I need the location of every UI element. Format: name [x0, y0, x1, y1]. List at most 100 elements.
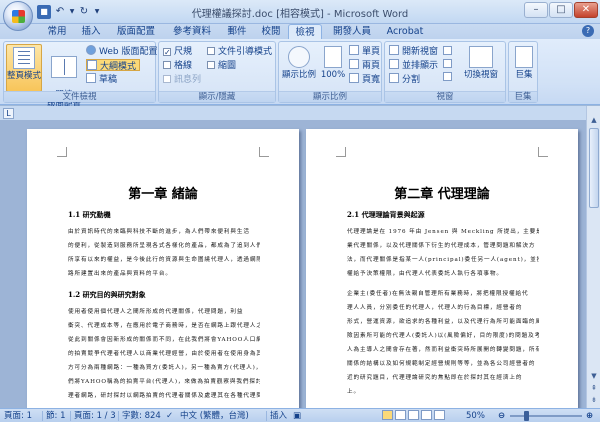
status-insert-mode[interactable]: 插入 [270, 410, 287, 422]
scroll-down-icon[interactable]: ▼ [588, 370, 600, 382]
switch-windows-button[interactable]: 切換視窗 [459, 44, 503, 92]
next-page-icon[interactable]: ⇟ [588, 394, 600, 406]
message-bar-checkbox[interactable]: 訊息列 [163, 74, 201, 86]
status-pages[interactable]: 頁面: 1 / 3 [74, 410, 116, 422]
reading-view-icon[interactable] [395, 410, 406, 420]
tab-acrobat[interactable]: Acrobat [380, 24, 430, 39]
group-label-show-hide: 顯示/隱藏 [159, 91, 275, 102]
one-page-button[interactable]: 單頁 [349, 45, 380, 57]
maximize-button[interactable]: □ [549, 2, 573, 18]
tab-developer[interactable]: 開發人員 [324, 24, 380, 39]
ribbon: 整頁模式 閱讀 版面配置 Web 版面配置 大綱模式 草稿 文件檢視 ✓尺規 格… [0, 39, 600, 110]
magnifier-icon [288, 46, 310, 68]
tab-review[interactable]: 校閱 [254, 24, 288, 39]
paragraph-line: 方可分為兩種網路：一種為買方(委託人)，另一種為賣方(代理人)，而我 [68, 365, 260, 371]
page-2[interactable]: 第二章 代理理論 2.1 代理理論背景與起源 代理理論是在 1976 年由 Je… [306, 129, 578, 408]
document-map-checkbox-box[interactable] [207, 47, 215, 55]
tab-selector-icon[interactable]: L [3, 108, 14, 119]
paragraph-line: 險因素所可能的代理人(委託人)以(風險偏好，目的限度)的問題及考量，代理 [347, 333, 539, 339]
tab-mailings[interactable]: 郵件 [220, 24, 254, 39]
draft-button[interactable]: 草稿 [86, 73, 117, 85]
document-map-label: 文件引導模式 [218, 47, 273, 57]
document-area[interactable]: 第一章 緒論 1.1 研究動機 由於資訊時代的來臨與科技不斷的進步，為人們帶來便… [0, 120, 586, 408]
zoom-out-icon[interactable]: ⊖ [498, 410, 505, 422]
zoom-level[interactable]: 50% [466, 410, 485, 422]
section-heading: 2.1 代理理論背景與起源 [347, 210, 425, 219]
reset-window-icon[interactable] [443, 72, 452, 81]
macro-record-icon[interactable]: ▣ [293, 410, 301, 422]
draft-label: 草稿 [99, 75, 118, 85]
web-layout-button[interactable]: Web 版面配置 [86, 45, 157, 57]
new-window-button[interactable]: 開新視窗 [389, 45, 438, 57]
status-word-count[interactable]: 字數: 824 [122, 410, 161, 422]
zoom-100-button[interactable]: 100% [319, 44, 347, 92]
ruler-checkbox[interactable]: ✓ 尺規 [163, 46, 192, 58]
tab-insert[interactable]: 插入 [74, 24, 108, 39]
split-label: 分割 [402, 75, 421, 85]
page-1[interactable]: 第一章 緒論 1.1 研究動機 由於資訊時代的來臨與科技不斷的進步，為人們帶來便… [27, 129, 299, 408]
zoom-in-icon[interactable]: ⊕ [586, 410, 593, 422]
zoom-100-label: 100% [320, 70, 346, 80]
switch-windows-icon [469, 46, 493, 68]
status-page[interactable]: 頁面: 1 [4, 410, 32, 422]
tab-page-layout[interactable]: 版面配置 [108, 24, 164, 39]
sync-scroll-icon[interactable] [443, 59, 452, 68]
group-label-document-views: 文件檢視 [4, 91, 155, 102]
thumbnails-checkbox-box[interactable] [207, 61, 215, 69]
vertical-scrollbar[interactable]: ▲ ▼ ⇞ ⇟ [586, 106, 600, 408]
outline-button[interactable]: 大綱模式 [86, 59, 141, 72]
paragraph-line: 近的研究題目，代理理論研究的焦點即在於探討其在經濟上的 [347, 375, 523, 381]
macros-icon [515, 46, 533, 68]
paragraph-line: 上。 [347, 389, 360, 395]
tab-home[interactable]: 常用 [40, 24, 74, 39]
group-macros: 巨集 巨集 [508, 41, 538, 103]
paragraph-line: 關係的結構以及如何規範制定經營規則等等，並為各公司經營者的 [347, 361, 536, 367]
page-width-button[interactable]: 頁寬 [349, 73, 380, 85]
gridlines-checkbox[interactable]: 格線 [163, 60, 192, 72]
gridlines-checkbox-box[interactable] [163, 61, 171, 69]
web-view-icon[interactable] [408, 410, 419, 420]
paragraph-line: 的拍賣競爭代理者代理人以商業代理經營，由於使用者在使用身為其分 [68, 351, 260, 357]
print-layout-button[interactable]: 整頁模式 [6, 44, 42, 92]
thumbnails-checkbox[interactable]: 縮圖 [207, 60, 236, 72]
paragraph-line: 代理理論是在 1976 年由 Jensen 與 Meckling 所提出，主要是… [347, 229, 539, 235]
close-button[interactable]: ✕ [574, 2, 598, 18]
view-side-by-side-icon[interactable] [443, 46, 452, 55]
paragraph-line: 從此到關係會因新形成的關係而不同，在此我們將會YAHOO人口網站拍賣 [68, 337, 260, 343]
outline-view-icon[interactable] [421, 410, 432, 420]
window-small-icons [443, 46, 453, 86]
document-map-checkbox[interactable]: 文件引導模式 [207, 46, 272, 58]
spell-check-icon[interactable]: ✓ [166, 410, 173, 422]
previous-page-icon[interactable]: ⇞ [588, 382, 600, 394]
two-pages-button[interactable]: 兩頁 [349, 59, 380, 71]
split-button[interactable]: 分割 [389, 73, 420, 85]
gridlines-label: 格線 [174, 61, 193, 71]
message-bar-checkbox-box[interactable] [163, 75, 171, 83]
zoom-slider-knob[interactable] [524, 411, 529, 421]
arrange-all-button[interactable]: 並排顯示 [389, 59, 438, 71]
zoom-button[interactable]: 顯示比例 [281, 44, 317, 92]
scroll-up-icon[interactable]: ▲ [588, 114, 600, 126]
two-pages-icon [349, 59, 359, 69]
page-width-label: 頁寬 [362, 75, 381, 85]
office-button[interactable] [3, 1, 33, 31]
divider [118, 411, 119, 421]
macros-button[interactable]: 巨集 [511, 44, 537, 92]
hundred-percent-icon [324, 46, 342, 68]
one-page-icon [349, 45, 359, 55]
paragraph-line: 理者網路，研討探討以網路拍賣的代理者關係及處理其在各種代理問題 [68, 393, 260, 399]
zoom-slider[interactable] [510, 415, 582, 417]
tab-view[interactable]: 檢視 [288, 24, 322, 40]
status-section[interactable]: 節: 1 [46, 410, 65, 422]
help-icon[interactable]: ? [582, 25, 594, 37]
ruler-checkbox-box[interactable]: ✓ [163, 48, 171, 57]
minimize-button[interactable]: – [524, 2, 548, 18]
window-title: 代理權議探討.doc [相容模式] - Microsoft Word [191, 9, 409, 20]
scroll-thumb[interactable] [589, 128, 599, 208]
status-language[interactable]: 中文 (繁體，台灣) [180, 410, 249, 422]
print-layout-view-icon[interactable] [382, 410, 393, 420]
tab-references[interactable]: 參考資料 [164, 24, 220, 39]
print-layout-icon [13, 47, 35, 69]
draft-view-icon[interactable] [434, 410, 445, 420]
full-screen-reading-button[interactable]: 閱讀 版面配置 [44, 44, 84, 110]
